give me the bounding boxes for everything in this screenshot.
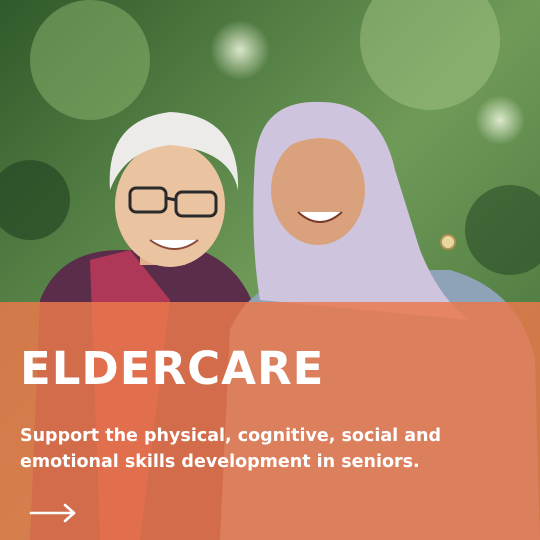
card-description: Support the physical, cognitive, social … bbox=[20, 426, 442, 472]
arrow-right-icon[interactable] bbox=[28, 500, 80, 526]
card-title: ELDERCARE bbox=[20, 342, 325, 395]
eldercare-card[interactable]: ELDERCARE Support the physical, cognitiv… bbox=[0, 0, 540, 540]
text-overlay bbox=[0, 302, 540, 540]
